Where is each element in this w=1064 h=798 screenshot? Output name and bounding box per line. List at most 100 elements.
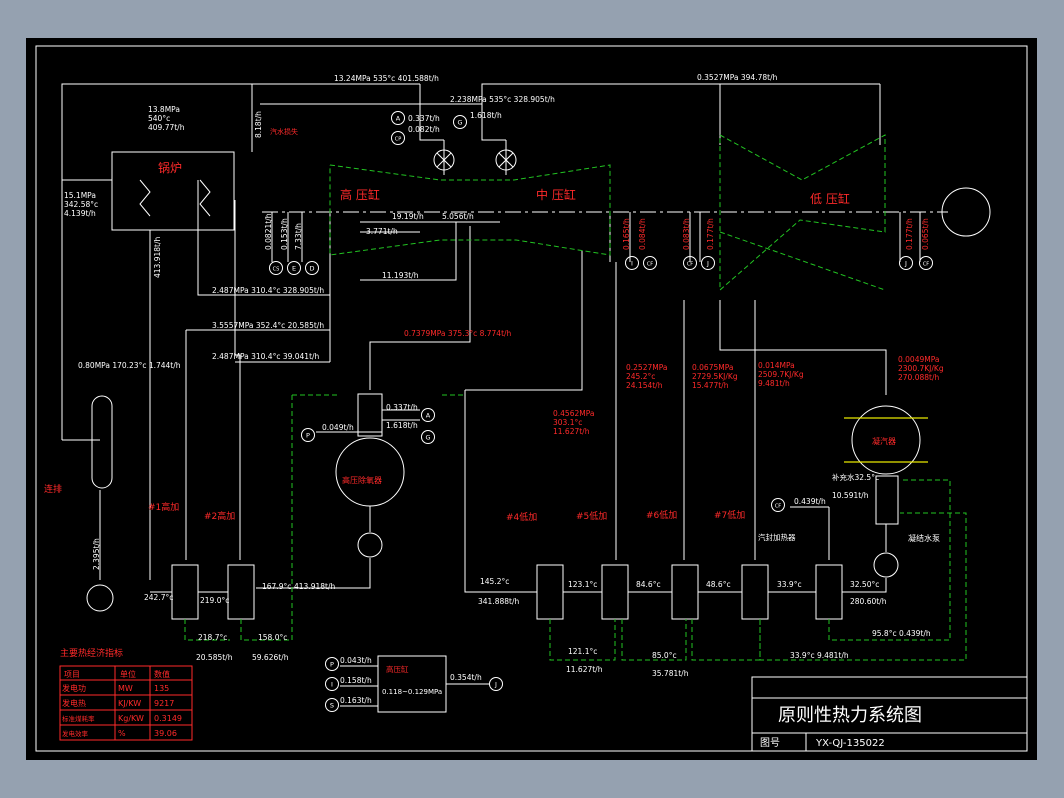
drain-l6f: 35.781t/h: [652, 669, 689, 678]
blowdown-in-label: 0.80MPa 170.23°c 1.744t/h: [78, 361, 181, 370]
econ-h2: 数值: [154, 669, 170, 679]
t-gl: 33.9°c: [777, 580, 802, 589]
node-label-0: A: [396, 115, 401, 123]
ext7-p: 0.014MPa: [758, 361, 795, 370]
drain-l5: 121.1°c: [568, 647, 597, 656]
ip-cylinder-label: 中 压缸: [536, 187, 576, 202]
econ-r3c0: 发电效率: [62, 729, 89, 738]
node-label-2: G: [457, 119, 462, 127]
boiler-out-t: 540°c: [148, 114, 170, 123]
deaer-a-flow: 0.337t/h: [386, 403, 418, 412]
node-label-11: CF: [923, 262, 929, 268]
node-label-9: J: [706, 260, 709, 268]
hp-leak-b: 0.153t/h: [280, 218, 289, 250]
econ-title: 主要热经济指标: [60, 647, 123, 659]
ext6-f: 15.477t/h: [692, 381, 729, 390]
box-out: 0.354t/h: [450, 673, 482, 682]
hp-ip-return: 11.193t/h: [382, 271, 419, 280]
cond-h: 2300.7KJ/Kg: [898, 364, 944, 373]
deaer-g-flow: 1.618t/h: [386, 421, 418, 430]
node-label-7: CF: [647, 262, 653, 268]
node-label-3: CS: [273, 267, 280, 273]
hp-cylinder-label: 高 压缸: [340, 187, 380, 202]
box-s: 0.163t/h: [340, 696, 372, 705]
econ-r3c2: 39.06: [154, 729, 177, 738]
heater-1: #1高加: [148, 501, 179, 513]
blowdown-out: 2.395t/h: [92, 538, 101, 570]
loss-flow: 8.18t/h: [254, 111, 263, 138]
cond-p: 0.0049MPa: [898, 355, 940, 364]
side-text: 汽水损失: [270, 127, 298, 136]
cold-reheat-label: 2.487MPa 310.4°c 328.905t/h: [212, 286, 324, 295]
econ-h0: 项目: [64, 670, 80, 679]
hp-box-label: 高压缸: [386, 664, 409, 674]
box-p: 0.043t/h: [340, 656, 372, 665]
econ-r0c2: 135: [154, 684, 169, 693]
t-l5: 123.1°c: [568, 580, 597, 589]
t-hp1b: 219.0°c: [200, 596, 229, 605]
t-l6: 84.6°c: [636, 580, 661, 589]
ext6-p: 0.0675MPa: [692, 363, 734, 372]
deaer-p-flow: 0.049t/h: [322, 423, 354, 432]
f-gl: 280.60t/h: [850, 597, 887, 606]
ip-leak: 19.19t/h: [392, 212, 424, 221]
drawing-sheet: [26, 38, 1037, 760]
econ-r3c1: %: [118, 729, 126, 738]
node-label-5: D: [309, 265, 314, 273]
t-hp1-drain: 218.7°c: [198, 633, 227, 642]
boiler-out-f: 409.77t/h: [148, 123, 185, 132]
econ-h1: 单位: [120, 669, 136, 679]
cond-f: 270.088t/h: [898, 373, 939, 382]
drain-l5f: 11.627t/h: [566, 665, 603, 674]
ext7-f: 9.481t/h: [758, 379, 790, 388]
t-l7: 48.6°c: [706, 580, 731, 589]
heater-2: #2高加: [204, 510, 235, 522]
ip-ext-1: 0.165t/h: [622, 218, 631, 250]
node-label-10: J: [904, 260, 907, 268]
drain-l7: 33.9°c 9.481t/h: [790, 651, 849, 660]
econ-r1c0: 发电热: [62, 698, 86, 708]
gland-heater-label: 汽封加热器: [758, 532, 796, 542]
econ-r2c0: 标准煤耗率: [62, 714, 95, 723]
ext2-label: 2.487MPa 310.4°c 39.041t/h: [212, 352, 320, 361]
feedwater-f: 4.139t/h: [64, 209, 96, 218]
f-hp2-drain: 59.626t/h: [252, 653, 289, 662]
t-lp-in: 145.2°c: [480, 577, 509, 586]
ip-leak3: 5.056t/h: [442, 212, 474, 221]
ext7-h: 2509.7KJ/Kg: [758, 370, 804, 379]
node-label-12: A: [426, 412, 431, 420]
boiler-feed-flow: 413.918t/h: [153, 237, 162, 278]
node-label-18: S: [330, 702, 334, 710]
heater-6: #6低加: [646, 509, 677, 521]
econ-r2c2: 0.3149: [154, 714, 182, 723]
ip-ext-2: 0.084t/h: [638, 218, 647, 250]
heater-4: #4低加: [506, 511, 537, 523]
cond-out: 补充水32.5°c: [832, 472, 879, 482]
lp-crossover-label: 0.3527MPa 394.78t/h: [697, 73, 778, 82]
drain-gl: 95.8°c 0.439t/h: [872, 629, 931, 638]
t-hp1: 242.7°c: [144, 593, 173, 602]
heater-5: #5低加: [576, 510, 607, 522]
ext4-p: 0.4562MPa: [553, 409, 595, 418]
ext5-t: 245.2°c: [626, 372, 655, 381]
ext4-t: 303.1°c: [553, 418, 582, 427]
drawing-no-label: 图号: [760, 737, 780, 749]
deaerator-label: 高压除氧器: [342, 475, 382, 485]
valve-g-flow: 1.618t/h: [470, 111, 502, 120]
drain-pump-t: 85.0°c: [652, 651, 677, 660]
f-hp1-drain: 20.585t/h: [196, 653, 233, 662]
box-i: 0.158t/h: [340, 676, 372, 685]
lp-ext-1: 0.083t/h: [682, 218, 691, 250]
ext3-red: 0.7379MPa 375.3°c 8.774t/h: [404, 329, 512, 338]
cond-out2: 10.591t/h: [832, 491, 869, 500]
node-label-8: CF: [687, 262, 693, 268]
econ-r0c1: MW: [118, 684, 133, 693]
econ-r0c0: 发电功: [62, 683, 86, 693]
node-label-16: P: [330, 661, 334, 669]
f-lp: 341.888t/h: [478, 597, 519, 606]
ext5-f: 24.154t/h: [626, 381, 663, 390]
node-label-1: CP: [395, 137, 402, 143]
feedwater-t: 342.58°c: [64, 200, 98, 209]
lp-ext-2: 0.177t/h: [706, 218, 715, 250]
drum-label: 连排: [44, 483, 62, 495]
